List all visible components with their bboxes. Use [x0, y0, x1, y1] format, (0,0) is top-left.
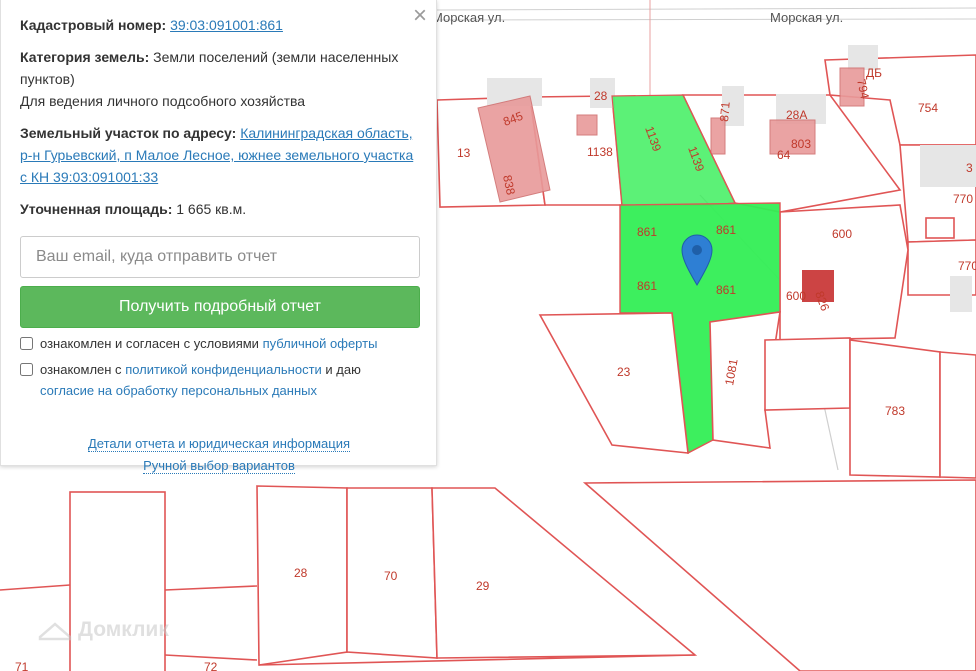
parcel-label: 861	[637, 279, 657, 293]
address-row: Земельный участок по адресу: Калининград…	[20, 122, 418, 188]
land-usage-value: Для ведения личного подсобного хозяйства	[20, 93, 306, 109]
land-category-row: Категория земель: Земли поселений (земли…	[20, 46, 418, 112]
area-label: Уточненная площадь:	[20, 201, 173, 217]
parcel-label: 28А	[786, 108, 807, 122]
parcel-label: 871	[717, 101, 733, 122]
parcel-label: 861	[716, 223, 736, 237]
address-label: Земельный участок по адресу:	[20, 125, 237, 141]
building	[710, 117, 726, 155]
parcel-label: ДБ	[866, 66, 882, 80]
privacy-consent-checkbox-row[interactable]: ознакомлен с политикой конфиденциальност…	[20, 359, 418, 401]
privacy-policy-link[interactable]: политикой конфиденциальности	[125, 362, 322, 377]
parcel-label: 3	[966, 161, 973, 175]
cadastral-number-label: Кадастровый номер:	[20, 17, 167, 33]
parcel-label: 600	[786, 289, 806, 303]
parcel[interactable]	[779, 204, 909, 341]
email-input[interactable]	[20, 236, 420, 278]
area-row: Уточненная площадь: 1 665 кв.м.	[20, 198, 418, 220]
parcel-label: 1138	[587, 145, 613, 159]
parcel-label: 600	[832, 227, 852, 241]
street-label: Морская ул.	[770, 10, 843, 25]
manual-selection-link[interactable]: Ручной выбор вариантов	[143, 458, 295, 474]
offer-consent-checkbox[interactable]	[20, 337, 33, 350]
report-details-link[interactable]: Детали отчета и юридическая информация	[87, 436, 351, 452]
parcel-label: 28	[294, 566, 308, 580]
parcel[interactable]	[764, 337, 851, 411]
parcel-label: 29	[476, 579, 490, 593]
public-offer-link[interactable]: публичной оферты	[263, 336, 378, 351]
domclick-watermark: Домклик	[78, 618, 169, 641]
parcel-label: 861	[716, 283, 736, 297]
parcel-label: 783	[885, 404, 905, 418]
parcel-label: 770	[958, 259, 976, 273]
parcel-label: 72	[204, 660, 218, 671]
privacy-consent-checkbox[interactable]	[20, 363, 33, 376]
parcel-label: 23	[617, 365, 631, 379]
panel-footer-links: Детали отчета и юридическая информация Р…	[20, 433, 418, 477]
parcel-info-panel: × Кадастровый номер: 39:03:091001:861 Ка…	[0, 0, 437, 474]
data-processing-consent-link[interactable]: согласие на обработку персональных данны…	[40, 383, 317, 398]
get-report-button[interactable]: Получить подробный отчет	[20, 286, 420, 328]
close-icon[interactable]: ×	[413, 4, 427, 28]
parcel[interactable]	[69, 491, 166, 671]
parcel-label: 861	[637, 225, 657, 239]
parcel-label: 13	[457, 146, 471, 160]
offer-consent-text: ознакомлен и согласен с условиями публич…	[40, 336, 378, 351]
parcel[interactable]	[939, 351, 976, 479]
land-category-label: Категория земель:	[20, 49, 150, 65]
parcel-label: 71	[15, 660, 29, 671]
privacy-consent-text: ознакомлен с политикой конфиденциальност…	[40, 362, 361, 398]
street-label: Морская ул.	[432, 10, 505, 25]
cadastral-number-link[interactable]: 39:03:091001:861	[170, 17, 283, 33]
parcel-label: 28	[594, 89, 608, 103]
offer-consent-checkbox-row[interactable]: ознакомлен и согласен с условиями публич…	[20, 333, 418, 354]
parcel-label: 803	[791, 137, 811, 151]
parcel-label: 754	[918, 101, 938, 115]
cadastral-number-row: Кадастровый номер: 39:03:091001:861	[20, 14, 418, 36]
area-value: 1 665 кв.м.	[176, 201, 247, 217]
building	[576, 114, 598, 136]
parcel-label: 70	[384, 569, 398, 583]
parcel-label: 64	[777, 148, 791, 162]
parcel[interactable]	[925, 217, 955, 239]
parcel-label: 770	[953, 192, 973, 206]
building	[950, 276, 972, 312]
